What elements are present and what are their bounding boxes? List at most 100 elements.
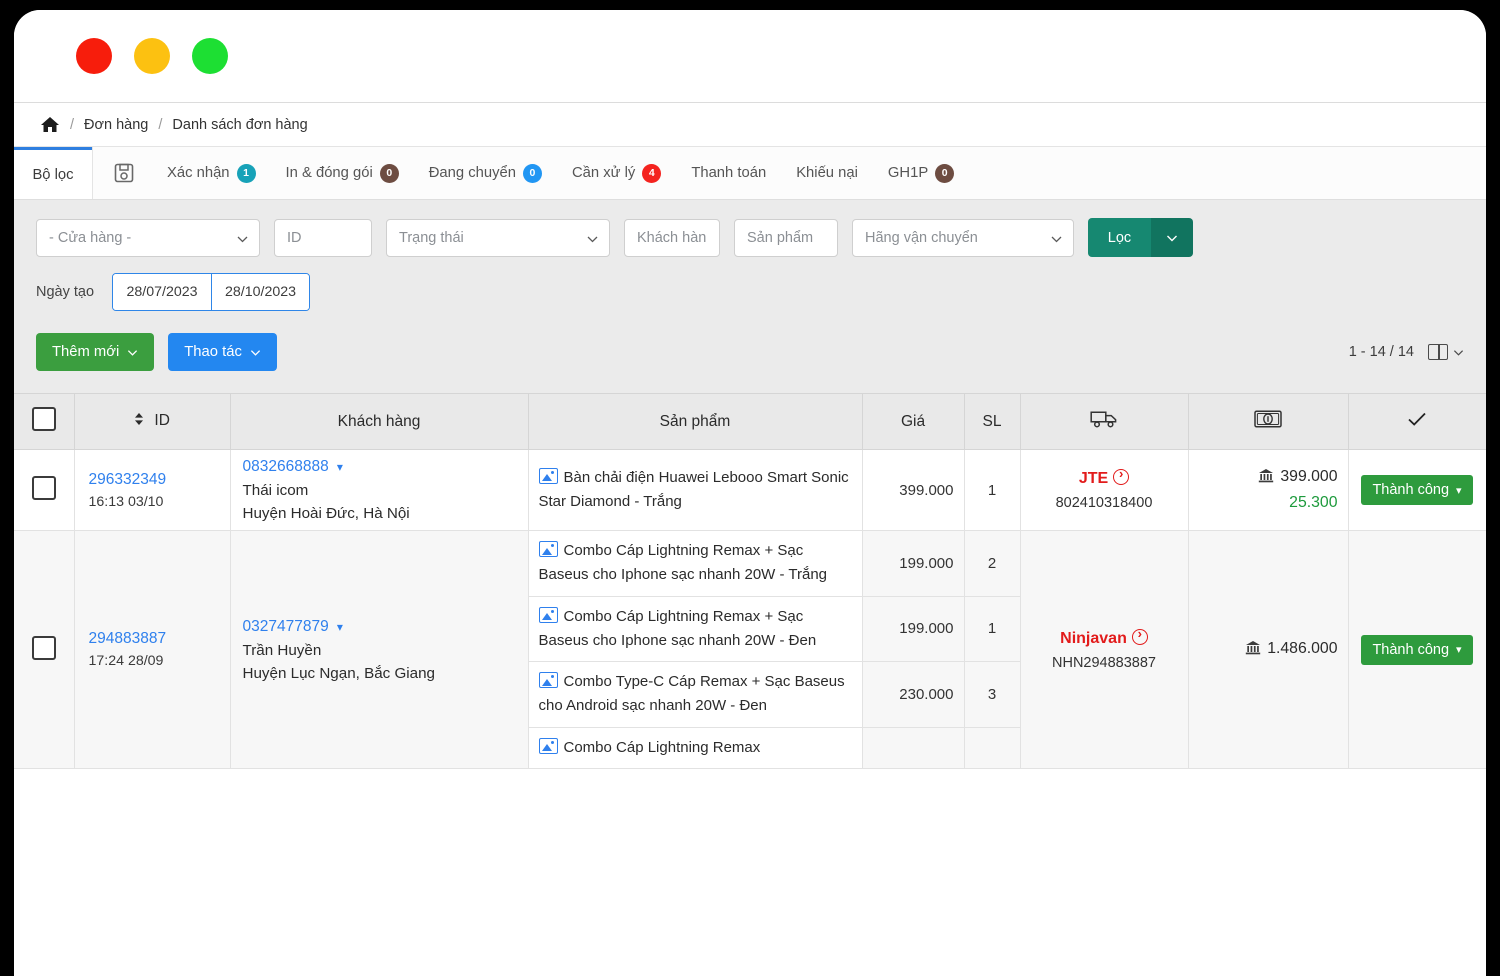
tab-in-dong-goi[interactable]: In & đóng gói 0 <box>276 164 409 183</box>
status-badge[interactable]: Thành công ▾ <box>1361 635 1472 665</box>
chevron-down-icon[interactable]: ▾ <box>337 460 343 474</box>
customer-phone[interactable]: 0327477879 <box>243 618 329 635</box>
carrier-wrap[interactable]: Ninjavan <box>1031 629 1178 648</box>
row-qty-cell: 1 <box>964 450 1020 531</box>
row-price-cell <box>862 727 964 768</box>
order-time: 17:24 28/09 <box>89 653 220 669</box>
product-name-wrap[interactable]: Combo Cáp Lightning Remax + Sạc Baseus c… <box>539 539 852 588</box>
external-link-icon[interactable] <box>1113 469 1129 485</box>
customer-input-placeholder: Khách hàn <box>637 230 706 246</box>
tab-xac-nhan[interactable]: Xác nhận 1 <box>157 164 266 183</box>
column-chooser[interactable] <box>1428 344 1464 360</box>
sort-icon[interactable] <box>134 412 144 431</box>
product-name-wrap[interactable]: Combo Cáp Lightning Remax + Sạc Baseus c… <box>539 605 852 654</box>
row-price-cell: 199.000 <box>862 531 964 597</box>
header-status[interactable] <box>1348 394 1486 450</box>
chevron-down-icon <box>127 347 138 358</box>
status-select[interactable]: Trạng thái <box>386 219 610 257</box>
table-row[interactable]: 296332349 16:13 03/10 0832668888 ▾ Thái … <box>14 450 1486 531</box>
customer-phone[interactable]: 0832668888 <box>243 458 329 475</box>
truck-icon <box>1090 416 1118 433</box>
pagination-range: 1 - 14 / 14 <box>1349 344 1414 360</box>
select-all-checkbox[interactable] <box>32 407 56 431</box>
date-to-input[interactable]: 28/10/2023 <box>211 274 309 310</box>
breadcrumb-item-order-list[interactable]: Danh sách đơn hàng <box>172 117 307 133</box>
date-range: 28/07/2023 28/10/2023 <box>112 273 310 311</box>
window-maximize-button[interactable] <box>192 38 228 74</box>
product-image-icon[interactable] <box>539 468 558 484</box>
add-new-button[interactable]: Thêm mới <box>36 333 154 371</box>
row-checkbox-cell[interactable] <box>14 531 74 769</box>
tab-can-xu-ly[interactable]: Cần xử lý 4 <box>562 164 671 183</box>
save-icon[interactable] <box>113 162 135 184</box>
header-select-all[interactable] <box>14 394 74 450</box>
tab-label: In & đóng gói <box>286 165 373 181</box>
operations-button[interactable]: Thao tác <box>168 333 277 371</box>
tab-label: Thanh toán <box>691 165 766 181</box>
product-name-wrap[interactable]: Combo Cáp Lightning Remax <box>539 736 852 760</box>
customer-input[interactable]: Khách hàn <box>624 219 720 257</box>
chevron-down-icon <box>237 232 248 243</box>
tab-filter[interactable]: Bộ lọc <box>14 147 92 199</box>
date-from-input[interactable]: 28/07/2023 <box>113 274 211 310</box>
product-image-icon[interactable] <box>539 607 558 623</box>
row-shipping-cell: Ninjavan NHN294883887 <box>1020 531 1188 769</box>
window-minimize-button[interactable] <box>134 38 170 74</box>
home-icon[interactable] <box>40 116 60 133</box>
tab-label: Xác nhận <box>167 165 230 181</box>
window-close-button[interactable] <box>76 38 112 74</box>
product-image-icon[interactable] <box>539 738 558 754</box>
external-link-icon[interactable] <box>1132 629 1148 645</box>
date-range-label: Ngày tạo <box>36 284 94 300</box>
chevron-down-icon <box>1166 232 1178 244</box>
header-customer[interactable]: Khách hàng <box>230 394 528 450</box>
filter-panel: - Cửa hàng - ID Trạng thái Khách hàn Sản… <box>14 200 1486 327</box>
customer-phone-wrap[interactable]: 0832668888 ▾ <box>243 458 518 476</box>
table-header-row: ID Khách hàng Sản phẩm Giá SL <box>14 394 1486 450</box>
status-badge[interactable]: Thành công ▾ <box>1361 475 1472 505</box>
payment-amount-wrap: 1.486.000 <box>1199 640 1338 660</box>
carrier-wrap[interactable]: JTE <box>1031 469 1178 488</box>
order-id-link[interactable]: 296332349 <box>89 471 220 489</box>
header-price[interactable]: Giá <box>862 394 964 450</box>
filter-apply-button[interactable]: Lọc <box>1088 218 1151 257</box>
order-id-link[interactable]: 294883887 <box>89 630 220 648</box>
product-image-icon[interactable] <box>539 672 558 688</box>
tab-badge: 0 <box>380 164 399 183</box>
header-payment[interactable] <box>1188 394 1348 450</box>
tab-khieu-nai[interactable]: Khiếu nại <box>786 165 868 181</box>
filter-dropdown-button[interactable] <box>1151 218 1193 257</box>
header-quantity[interactable]: SL <box>964 394 1020 450</box>
product-input[interactable]: Sản phẩm <box>734 219 838 257</box>
product-name-wrap[interactable]: Combo Type-C Cáp Remax + Sạc Baseus cho … <box>539 670 852 719</box>
tab-badge: 4 <box>642 164 661 183</box>
tab-label: Cần xử lý <box>572 165 635 181</box>
header-shipping[interactable] <box>1020 394 1188 450</box>
chevron-down-icon <box>250 347 261 358</box>
id-input-placeholder: ID <box>287 230 302 246</box>
tab-gh1p[interactable]: GH1P 0 <box>878 164 964 183</box>
row-checkbox[interactable] <box>32 476 56 500</box>
product-name: Combo Cáp Lightning Remax + Sạc Baseus c… <box>539 608 817 649</box>
tab-dang-chuyen[interactable]: Đang chuyển 0 <box>419 164 552 183</box>
product-name-wrap[interactable]: Bàn chải điện Huawei Lebooo Smart Sonic … <box>539 466 852 515</box>
id-input[interactable]: ID <box>274 219 372 257</box>
tab-thanh-toan[interactable]: Thanh toán <box>681 165 776 181</box>
row-checkbox-cell[interactable] <box>14 450 74 531</box>
status-label: Thành công <box>1372 642 1449 658</box>
product-image-icon[interactable] <box>539 541 558 557</box>
tab-badge: 1 <box>237 164 256 183</box>
header-id[interactable]: ID <box>74 394 230 450</box>
table-row[interactable]: 294883887 17:24 28/09 0327477879 ▾ Trần … <box>14 531 1486 597</box>
header-product[interactable]: Sản phẩm <box>528 394 862 450</box>
customer-phone-wrap[interactable]: 0327477879 ▾ <box>243 618 518 636</box>
add-new-label: Thêm mới <box>52 344 119 360</box>
payment-fee: 25.300 <box>1199 494 1338 512</box>
store-select[interactable]: - Cửa hàng - <box>36 219 260 257</box>
row-payment-cell: 399.000 25.300 <box>1188 450 1348 531</box>
row-checkbox[interactable] <box>32 636 56 660</box>
breadcrumb-item-orders[interactable]: Đơn hàng <box>84 117 148 133</box>
product-input-placeholder: Sản phẩm <box>747 230 813 246</box>
carrier-select[interactable]: Hãng vận chuyển <box>852 219 1074 257</box>
chevron-down-icon[interactable]: ▾ <box>337 620 343 634</box>
